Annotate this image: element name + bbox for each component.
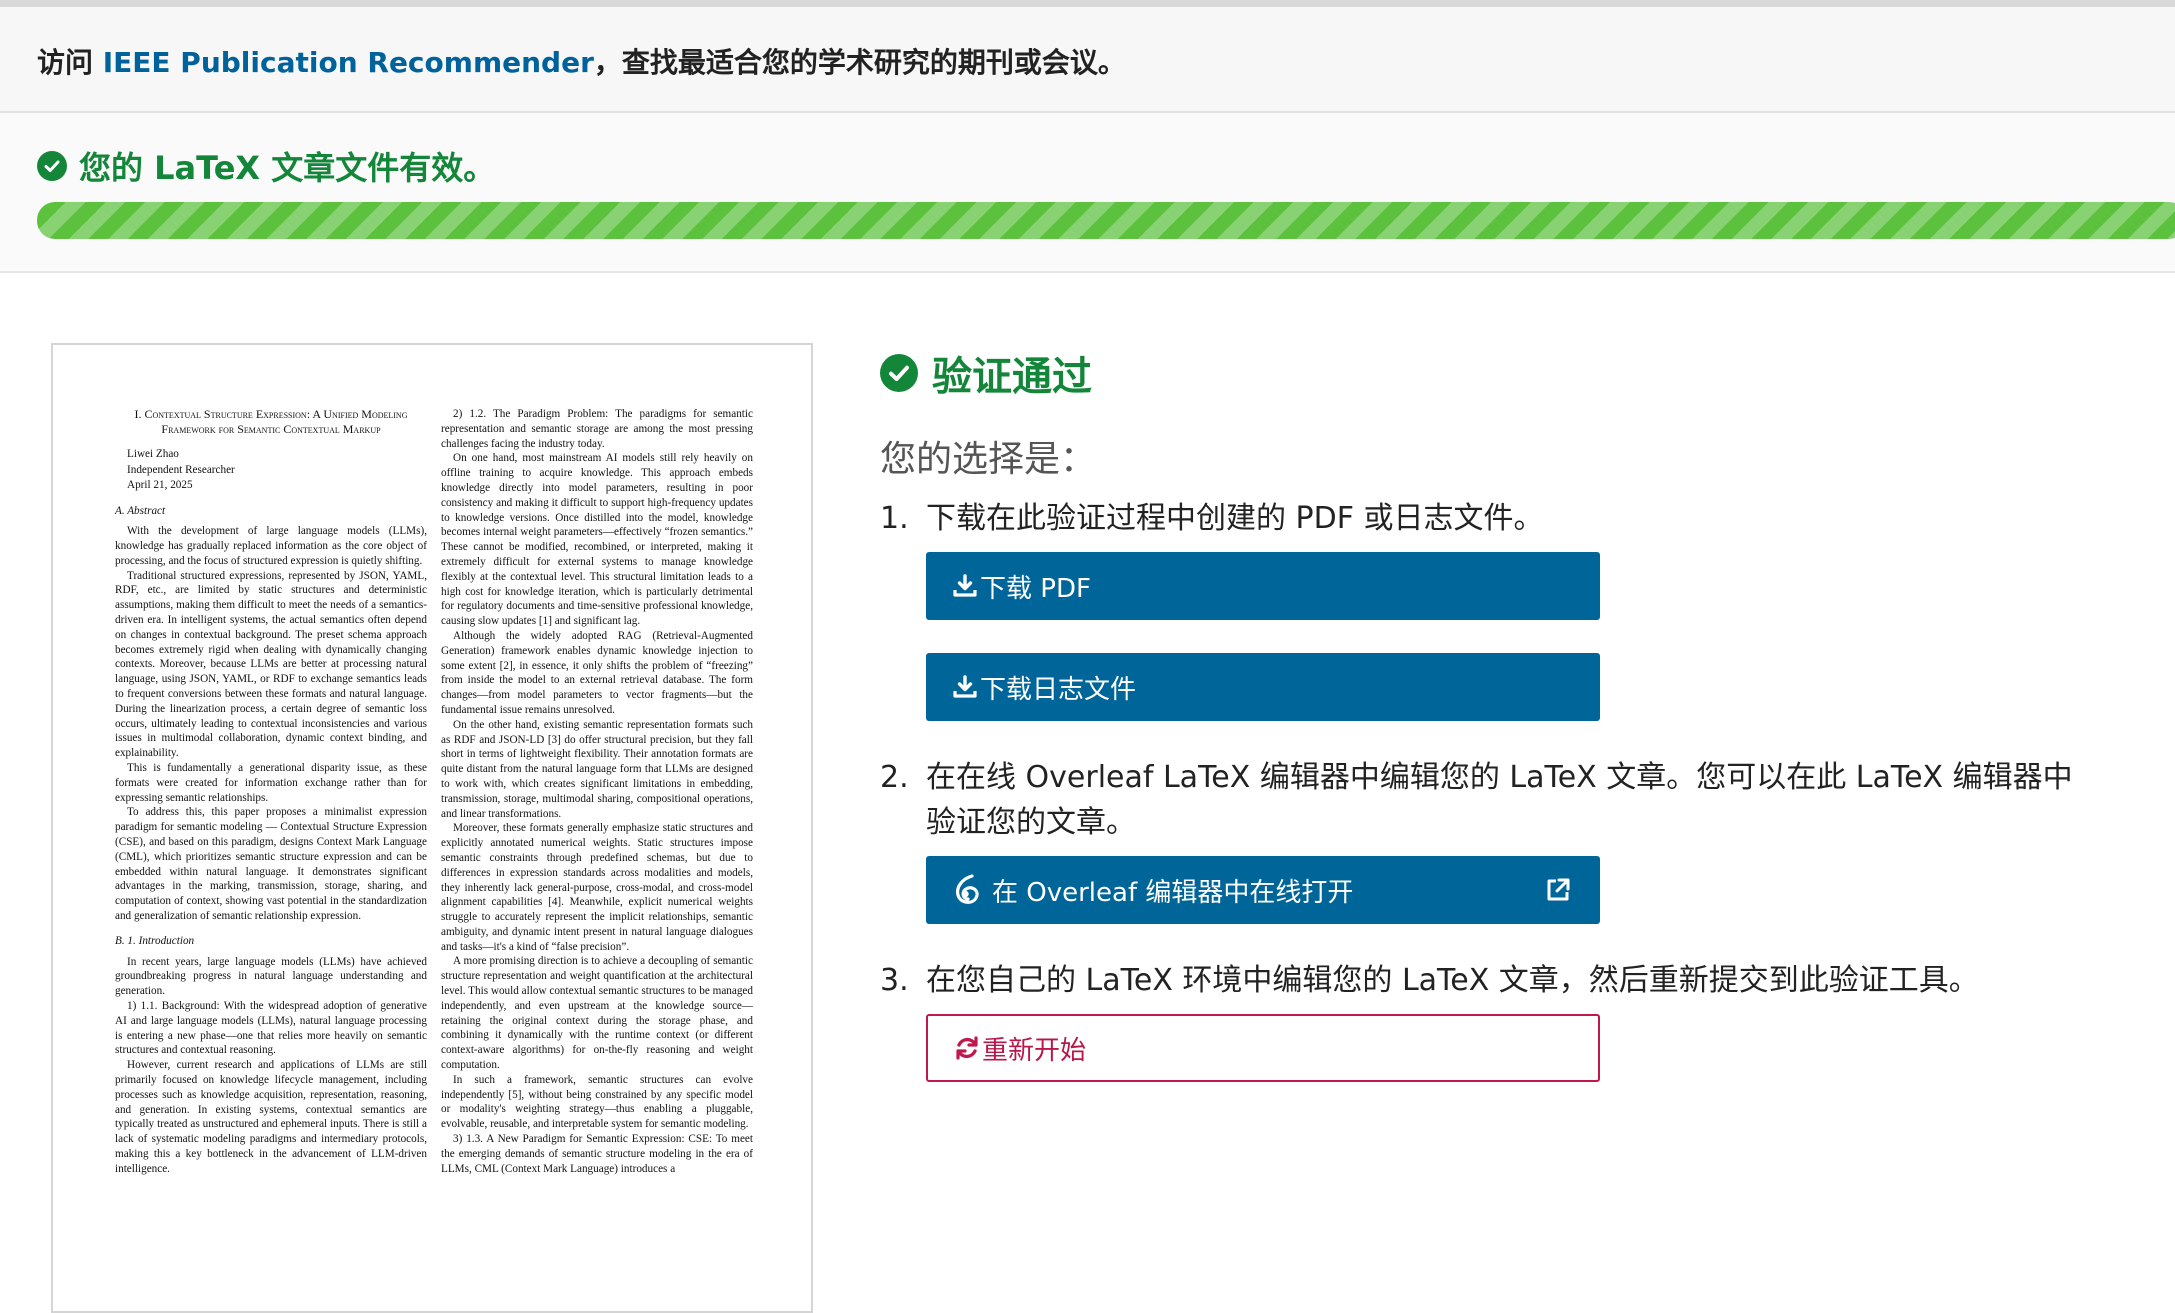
banner-prefix: 访问 <box>37 46 103 79</box>
step-text: 在您自己的 LaTeX 环境中编辑您的 LaTeX 文章，然后重新提交到此验证工… <box>926 963 1979 998</box>
preview-left-column: I. Contextual Structure Expression: A Un… <box>115 407 427 1177</box>
paper-paragraph: 1) 1.1. Background: With the widespread … <box>115 1000 427 1057</box>
download-icon <box>952 674 978 700</box>
step-1: 1. 下载在此验证过程中创建的 PDF 或日志文件。 <box>880 496 1544 541</box>
paper-paragraph: Moreover, these formats generally emphas… <box>441 822 753 953</box>
download-log-label: 下载日志文件 <box>980 674 1137 705</box>
pdf-preview[interactable]: I. Contextual Structure Expression: A Un… <box>51 343 813 1313</box>
paper-paragraph: 2) 1.2. The Paradigm Problem: The paradi… <box>441 408 753 450</box>
download-icon <box>952 573 978 599</box>
open-in-overleaf-button[interactable]: 在 Overleaf 编辑器中在线打开 <box>926 856 1600 924</box>
paper-paragraph: On the other hand, existing semantic rep… <box>441 718 753 820</box>
download-pdf-label: 下载 PDF <box>980 573 1091 604</box>
paper-date: April 21, 2025 <box>127 479 193 491</box>
refresh-icon <box>954 1035 980 1061</box>
step-text: 在在线 Overleaf LaTeX 编辑器中编辑您的 LaTeX 文章。您可以… <box>926 760 2073 840</box>
paper-paragraph: Traditional structured expressions, repr… <box>115 569 427 760</box>
download-pdf-button[interactable]: 下载 PDF <box>926 552 1600 620</box>
overleaf-icon <box>952 873 982 907</box>
step-3: 3. 在您自己的 LaTeX 环境中编辑您的 LaTeX 文章，然后重新提交到此… <box>880 958 1979 1003</box>
paper-paragraph: In recent years, large language models (… <box>115 955 427 998</box>
verify-heading: 验证通过 <box>880 344 1092 402</box>
step-text: 下载在此验证过程中创建的 PDF 或日志文件。 <box>926 501 1544 536</box>
paper-paragraph: To address this, this paper proposes a m… <box>115 806 427 923</box>
external-link-icon <box>1544 876 1572 911</box>
verify-title: 验证通过 <box>932 354 1092 400</box>
ieee-recommender-link[interactable]: IEEE Publication Recommender <box>103 46 594 79</box>
paper-author: Liwei Zhao <box>127 448 179 460</box>
check-circle-icon <box>37 151 67 181</box>
check-circle-icon <box>880 354 918 392</box>
restart-label: 重新开始 <box>982 1035 1087 1066</box>
paper-paragraph: A more promising direction is to achieve… <box>441 955 753 1072</box>
progress-bar <box>37 202 2175 239</box>
choice-title: 您的选择是： <box>880 439 1097 480</box>
paper-paragraph: With the development of large language m… <box>115 525 427 567</box>
paper-paragraph: This is fundamentally a generational dis… <box>115 762 427 804</box>
restart-button[interactable]: 重新开始 <box>926 1014 1600 1082</box>
open-in-overleaf-label: 在 Overleaf 编辑器中在线打开 <box>992 877 1354 908</box>
recommender-banner: 访问 IEEE Publication Recommender，查找最适合您的学… <box>0 7 2175 113</box>
paper-paragraph: On one hand, most mainstream AI models s… <box>441 452 753 628</box>
banner-text: 访问 IEEE Publication Recommender，查找最适合您的学… <box>37 41 1126 81</box>
preview-right-column: 2) 1.2. The Paradigm Problem: The paradi… <box>441 407 753 1176</box>
intro-heading: B. 1. Introduction <box>115 934 195 947</box>
step-number: 1. <box>880 501 909 536</box>
step-number: 2. <box>880 760 909 795</box>
validation-status: 您的 LaTeX 文章文件有效。 <box>0 113 2175 273</box>
paper-paragraph: 3) 1.3. A New Paradigm for Semantic Expr… <box>441 1133 753 1175</box>
status-message-row: 您的 LaTeX 文章文件有效。 <box>37 143 495 189</box>
paper-paragraph: Although the widely adopted RAG (Retriev… <box>441 629 753 716</box>
paper-paragraph: In such a framework, semantic structures… <box>441 1073 753 1131</box>
step-2: 2. 在在线 Overleaf LaTeX 编辑器中编辑您的 LaTeX 文章。… <box>880 755 2073 840</box>
paper-affiliation: Independent Researcher <box>127 463 235 476</box>
step-number: 3. <box>880 963 909 998</box>
abstract-heading: A. Abstract <box>115 504 166 517</box>
banner-suffix: ，查找最适合您的学术研究的期刊或会议。 <box>593 46 1126 79</box>
paper-title: I. Contextual Structure Expression: A Un… <box>134 407 408 436</box>
download-log-button[interactable]: 下载日志文件 <box>926 653 1600 721</box>
top-border <box>0 0 2175 7</box>
status-message: 您的 LaTeX 文章文件有效。 <box>79 149 496 187</box>
paper-paragraph: However, current research and applicatio… <box>115 1059 427 1175</box>
paper-author-block: Liwei Zhao Independent Researcher April … <box>127 447 427 494</box>
